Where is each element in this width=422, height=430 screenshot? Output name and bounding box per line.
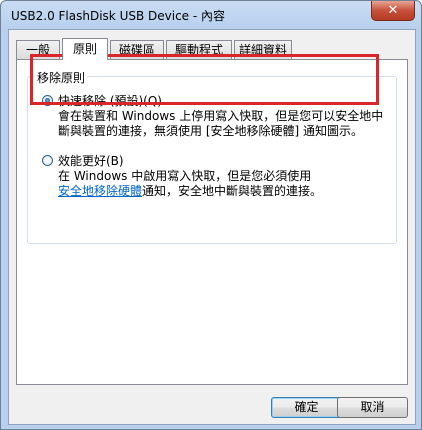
better-performance-desc-2-rest: 通知，安全地中斷與裝置的連接。 xyxy=(142,184,323,198)
policies-panel: 移除原則 快速移除 (預設)(Q) 會在裝置和 Windows 上停用寫入快取，… xyxy=(16,59,408,385)
safely-remove-hardware-link[interactable]: 安全地移除硬體 xyxy=(58,184,142,198)
better-performance-desc-1: 在 Windows 中啟用寫入快取，但是您必須使用 xyxy=(58,169,312,183)
quick-removal-desc-1: 會在裝置和 Windows 上停用寫入快取，但是您可以安全地中 xyxy=(58,109,384,123)
title-bar[interactable]: USB2.0 FlashDisk USB Device - 內容 ✕ xyxy=(1,1,421,29)
better-performance-desc-2: 安全地移除硬體通知，安全地中斷與裝置的連接。 xyxy=(58,184,322,199)
properties-window: USB2.0 FlashDisk USB Device - 內容 ✕ 一般 原則… xyxy=(0,0,422,430)
better-performance-radio[interactable] xyxy=(42,155,53,166)
window-title: USB2.0 FlashDisk USB Device - 內容 xyxy=(11,9,226,23)
tab-policies[interactable]: 原則 xyxy=(62,38,108,60)
highlight-annotation-box xyxy=(30,54,379,105)
ok-button[interactable]: 確定 xyxy=(271,397,342,418)
close-icon: ✕ xyxy=(387,3,399,18)
cancel-button[interactable]: 取消 xyxy=(337,397,408,418)
quick-removal-desc-2: 斷與裝置的連接，無須使用 [安全地移除硬體] 通知圖示。 xyxy=(58,124,363,138)
close-button[interactable]: ✕ xyxy=(371,1,415,21)
better-performance-label[interactable]: 效能更好(B) xyxy=(58,152,124,169)
